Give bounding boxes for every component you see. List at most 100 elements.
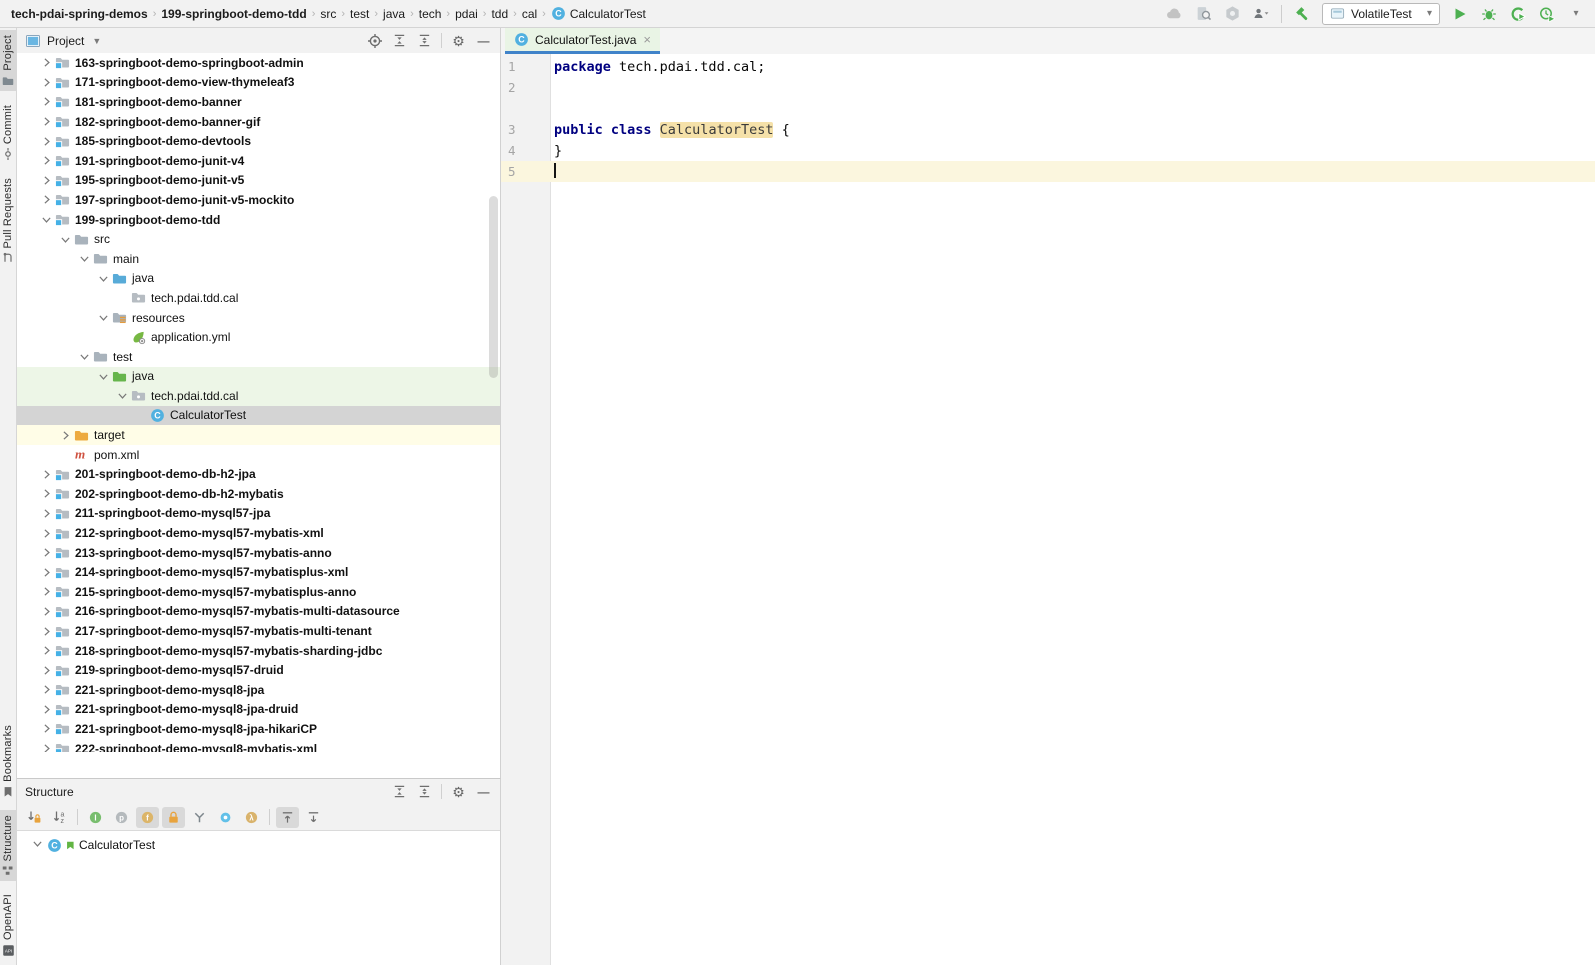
chevron-right-icon[interactable]: [38, 174, 54, 187]
autoscroll-to-source-icon[interactable]: [276, 807, 299, 828]
hide-panel-icon[interactable]: —: [475, 32, 492, 49]
chevron-down-icon[interactable]: [95, 370, 111, 383]
tree-row-test[interactable]: test: [17, 347, 500, 367]
code-line-2[interactable]: 2: [501, 77, 1595, 98]
hide-panel-icon[interactable]: —: [475, 783, 492, 800]
expand-all-icon[interactable]: [391, 32, 408, 49]
chevron-right-icon[interactable]: [38, 115, 54, 128]
tree-row-211-springboot-demo-mysql57-jpa[interactable]: 211-springboot-demo-mysql57-jpa: [17, 504, 500, 524]
project-tree-scrollbar[interactable]: [489, 196, 498, 378]
show-properties-icon[interactable]: p: [110, 807, 133, 828]
chevron-right-icon[interactable]: [38, 56, 54, 69]
chevron-down-icon[interactable]: [76, 350, 92, 363]
sort-by-visibility-icon[interactable]: [22, 807, 45, 828]
tool-window-button-bookmarks[interactable]: Bookmarks: [0, 720, 17, 802]
tree-row-191-springboot-demo-junit-v4[interactable]: 191-springboot-demo-junit-v4: [17, 151, 500, 171]
tool-window-button-commit[interactable]: Commit: [0, 100, 17, 164]
gear-icon[interactable]: ⚙: [450, 32, 467, 49]
chevron-down-icon[interactable]: [95, 311, 111, 324]
run-configuration-select[interactable]: VolatileTest▾: [1322, 3, 1440, 25]
chevron-right-icon[interactable]: [38, 507, 54, 520]
tree-row-java[interactable]: java: [17, 269, 500, 289]
chevron-right-icon[interactable]: [38, 154, 54, 167]
chevron-right-icon[interactable]: [38, 644, 54, 657]
breadcrumb-item-cal[interactable]: cal: [519, 5, 540, 23]
chevron-right-icon[interactable]: [38, 135, 54, 148]
breadcrumb-item-tech[interactable]: tech: [416, 5, 445, 23]
code-area[interactable]: 1package tech.pdai.tdd.cal;23public clas…: [501, 54, 1595, 965]
structure-row-calculatortest[interactable]: CCalculatorTest: [17, 835, 500, 855]
breadcrumb-item-calculatortest[interactable]: CCalculatorTest: [548, 4, 649, 23]
search-history-icon[interactable]: [1194, 5, 1212, 23]
filter-methods-icon[interactable]: [188, 807, 211, 828]
chevron-right-icon[interactable]: [38, 605, 54, 618]
tool-window-button-project[interactable]: Project: [0, 30, 17, 91]
tree-row-216-springboot-demo-mysql57-mybatis-multi-datasource[interactable]: 216-springboot-demo-mysql57-mybatis-mult…: [17, 602, 500, 622]
chevron-right-icon[interactable]: [38, 468, 54, 481]
breadcrumb-item-tech-pdai-spring-demos[interactable]: tech-pdai-spring-demos: [8, 5, 151, 23]
tree-row-219-springboot-demo-mysql57-druid[interactable]: 219-springboot-demo-mysql57-druid: [17, 660, 500, 680]
chevron-right-icon[interactable]: [38, 703, 54, 716]
chevron-right-icon[interactable]: [38, 585, 54, 598]
chevron-right-icon[interactable]: [38, 566, 54, 579]
breadcrumb-item-tdd[interactable]: tdd: [488, 5, 511, 23]
build-hammer-icon[interactable]: [1293, 5, 1311, 23]
tree-row-main[interactable]: main: [17, 249, 500, 269]
close-icon[interactable]: ×: [642, 33, 652, 46]
show-lambdas-icon[interactable]: λ: [240, 807, 263, 828]
code-line-3[interactable]: 3public class CalculatorTest {: [501, 119, 1595, 140]
show-inherited-icon[interactable]: I: [84, 807, 107, 828]
run-icon[interactable]: [1451, 5, 1469, 23]
tree-row-resources[interactable]: resources: [17, 308, 500, 328]
tree-row-195-springboot-demo-junit-v5[interactable]: 195-springboot-demo-junit-v5: [17, 171, 500, 191]
chevron-down-icon[interactable]: [38, 213, 54, 226]
tool-window-button-structure[interactable]: Structure: [0, 810, 17, 881]
tree-row-215-springboot-demo-mysql57-mybatisplus-anno[interactable]: 215-springboot-demo-mysql57-mybatisplus-…: [17, 582, 500, 602]
tree-row-199-springboot-demo-tdd[interactable]: 199-springboot-demo-tdd: [17, 210, 500, 230]
tree-row-221-springboot-demo-mysql8-jpa[interactable]: 221-springboot-demo-mysql8-jpa: [17, 680, 500, 700]
editor-tab[interactable]: C CalculatorTest.java ×: [505, 28, 660, 54]
autoscroll-from-source-icon[interactable]: [302, 807, 325, 828]
chevron-down-icon[interactable]: [114, 389, 130, 402]
tree-row-185-springboot-demo-devtools[interactable]: 185-springboot-demo-devtools: [17, 131, 500, 151]
chevron-right-icon[interactable]: [57, 429, 73, 442]
sort-alphabetically-icon[interactable]: az: [48, 807, 71, 828]
breadcrumb-item-java[interactable]: java: [380, 5, 408, 23]
tree-row-calculatortest[interactable]: CCalculatorTest: [17, 406, 500, 426]
tree-row-202-springboot-demo-db-h2-mybatis[interactable]: 202-springboot-demo-db-h2-mybatis: [17, 484, 500, 504]
locate-icon[interactable]: [366, 32, 383, 49]
profiler-icon[interactable]: [1538, 5, 1556, 23]
tool-window-button-pull-requests[interactable]: Pull Requests: [0, 173, 17, 268]
chevron-right-icon[interactable]: [38, 76, 54, 89]
tree-row-221-springboot-demo-mysql8-jpa-druid[interactable]: 221-springboot-demo-mysql8-jpa-druid: [17, 700, 500, 720]
tree-row-application-yml[interactable]: application.yml: [17, 327, 500, 347]
tree-row-tech-pdai-tdd-cal[interactable]: tech.pdai.tdd.cal: [17, 288, 500, 308]
tree-row-212-springboot-demo-mysql57-mybatis-xml[interactable]: 212-springboot-demo-mysql57-mybatis-xml: [17, 523, 500, 543]
chevron-right-icon[interactable]: [38, 742, 54, 752]
tree-row-171-springboot-demo-view-thymeleaf3[interactable]: 171-springboot-demo-view-thymeleaf3: [17, 73, 500, 93]
tree-row-197-springboot-demo-junit-v5-mockito[interactable]: 197-springboot-demo-junit-v5-mockito: [17, 190, 500, 210]
collapse-all-icon[interactable]: [416, 783, 433, 800]
show-non-public-icon[interactable]: [162, 807, 185, 828]
tree-row-java[interactable]: java: [17, 367, 500, 387]
cloud-upload-icon[interactable]: [1165, 5, 1183, 23]
chevron-down-icon[interactable]: ▼: [92, 36, 101, 46]
chevron-down-icon[interactable]: [95, 272, 111, 285]
tree-row-222-springboot-demo-mysql8-mybatis-xml[interactable]: 222-springboot-demo-mysql8-mybatis-xml: [17, 739, 500, 752]
breadcrumb-item-199-springboot-demo-tdd[interactable]: 199-springboot-demo-tdd: [158, 5, 309, 23]
tree-row-218-springboot-demo-mysql57-mybatis-sharding-jdbc[interactable]: 218-springboot-demo-mysql57-mybatis-shar…: [17, 641, 500, 661]
tree-row-163-springboot-demo-springboot-admin[interactable]: 163-springboot-demo-springboot-admin: [17, 53, 500, 73]
tool-window-button-openapi[interactable]: OpenAPIAPI: [0, 889, 17, 961]
tree-row-201-springboot-demo-db-h2-jpa[interactable]: 201-springboot-demo-db-h2-jpa: [17, 464, 500, 484]
tree-row-pom-xml[interactable]: mpom.xml: [17, 445, 500, 465]
chevron-right-icon[interactable]: [38, 487, 54, 500]
chevron-down-icon[interactable]: [76, 252, 92, 265]
breadcrumb-item-src[interactable]: src: [317, 5, 339, 23]
chevron-right-icon[interactable]: [38, 625, 54, 638]
tree-row-213-springboot-demo-mysql57-mybatis-anno[interactable]: 213-springboot-demo-mysql57-mybatis-anno: [17, 543, 500, 563]
chevron-right-icon[interactable]: [38, 546, 54, 559]
breadcrumb-item-test[interactable]: test: [347, 5, 372, 23]
plugin-hexagon-icon[interactable]: [1223, 5, 1241, 23]
chevron-down-icon[interactable]: [57, 233, 73, 246]
tree-row-214-springboot-demo-mysql57-mybatisplus-xml[interactable]: 214-springboot-demo-mysql57-mybatisplus-…: [17, 562, 500, 582]
